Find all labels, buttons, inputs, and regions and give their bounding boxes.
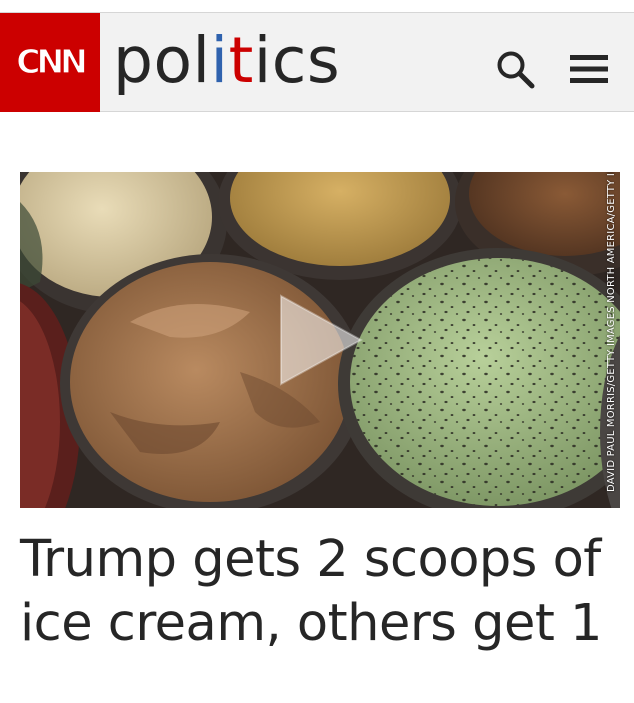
- menu-icon: [570, 55, 608, 83]
- menu-button[interactable]: [566, 49, 612, 89]
- section-title-politics[interactable]: politics: [113, 19, 340, 103]
- search-icon: [497, 51, 535, 89]
- search-button[interactable]: [494, 48, 538, 92]
- cnn-logo-icon: CNN: [16, 41, 90, 81]
- photo-credit: DAVID PAUL MORRIS/GETTY IMAGES NORTH AME…: [606, 172, 617, 492]
- site-header: CNN politics: [0, 12, 634, 112]
- play-icon[interactable]: [277, 294, 365, 386]
- cnn-logo[interactable]: CNN: [0, 13, 100, 112]
- svg-text:CNN: CNN: [16, 42, 85, 81]
- article-headline[interactable]: Trump gets 2 scoops of ice cream, others…: [20, 528, 620, 656]
